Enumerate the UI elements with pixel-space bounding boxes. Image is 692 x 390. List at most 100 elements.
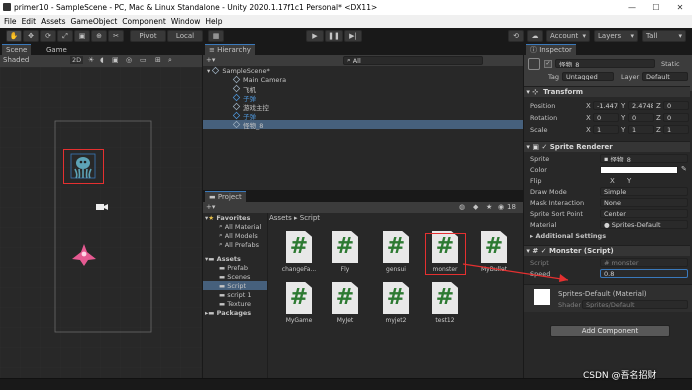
asset-script[interactable]: # changeFa...	[277, 231, 321, 279]
color-swatch[interactable]	[600, 166, 678, 174]
menu-component[interactable]: Component	[122, 17, 166, 26]
rect-tool-icon[interactable]: ▣	[74, 30, 90, 42]
mode-2d-button[interactable]: 2D	[70, 56, 84, 64]
mask-dropdown[interactable]: None	[600, 198, 688, 207]
shading-dropdown[interactable]: Shaded	[3, 56, 29, 64]
folder-item[interactable]: ▬ Scenes	[219, 272, 250, 281]
camera-gizmo-icon[interactable]	[95, 201, 109, 213]
draw-mode-dropdown[interactable]: Simple	[600, 187, 688, 196]
folder-item-selected[interactable]: ▬ Script	[203, 281, 267, 290]
light-icon[interactable]: ☀	[88, 56, 94, 64]
sprite-renderer-header[interactable]: ▾ ▣ ✓ Sprite Renderer	[524, 141, 690, 152]
camera-icon[interactable]: ▭	[140, 56, 147, 64]
sort-dropdown[interactable]: Center	[600, 209, 688, 218]
scale-tool-icon[interactable]: ⤢	[57, 30, 73, 42]
local-toggle[interactable]: Local	[167, 30, 203, 42]
eye-icon[interactable]: ◉	[498, 203, 504, 211]
speed-field[interactable]: 0.8	[600, 269, 688, 278]
tab-inspector[interactable]: ⓘ Inspector	[526, 44, 576, 55]
favorite-item[interactable]: ⌕ All Prefabs	[219, 240, 259, 249]
hierarchy-item-main-camera[interactable]: Main Camera	[232, 75, 286, 84]
layout-dropdown[interactable]: Tall ▾	[642, 30, 686, 42]
collab-icon[interactable]: ⟲	[508, 30, 524, 42]
transform-tool-icon[interactable]: ⊕	[91, 30, 107, 42]
pause-button[interactable]: ❚❚	[325, 30, 343, 42]
account-dropdown[interactable]: Account ▾	[546, 30, 590, 42]
flip-y-toggle[interactable]: Y	[627, 177, 631, 185]
active-checkbox[interactable]: ✓	[544, 60, 552, 68]
static-toggle[interactable]: Static	[661, 60, 680, 68]
asset-script[interactable]: # MyGame	[277, 282, 321, 330]
favorite-star-icon[interactable]: ★	[486, 203, 492, 211]
monster-sprite[interactable]	[68, 152, 98, 180]
rotation-y-field[interactable]: 0	[628, 113, 654, 122]
monster-script-header[interactable]: ▾ # ✓ Monster (Script)	[524, 245, 690, 256]
asset-script[interactable]: # MyJet	[323, 282, 367, 330]
custom-tool-icon[interactable]: ✂	[108, 30, 124, 42]
menu-gameobject[interactable]: GameObject	[71, 17, 118, 26]
asset-script[interactable]: # myjet2	[374, 282, 418, 330]
tab-project[interactable]: ▬ Project	[205, 191, 246, 202]
folder-item[interactable]: ▬ Prefab	[219, 263, 248, 272]
hierarchy-add-button[interactable]: +▾	[206, 56, 215, 64]
favorite-item[interactable]: ⌕ All Material	[219, 222, 261, 231]
scale-z-field[interactable]: 1	[663, 125, 689, 134]
menu-edit[interactable]: Edit	[22, 17, 37, 26]
material-field[interactable]: ● Sprites-Default	[600, 220, 688, 229]
hand-tool-icon[interactable]: ✋	[6, 30, 22, 42]
close-button[interactable]: ✕	[668, 0, 692, 15]
menu-file[interactable]: File	[4, 17, 17, 26]
breadcrumb-leaf[interactable]: Script	[300, 214, 320, 222]
transform-header[interactable]: ▾ ⊹ Transform	[524, 86, 690, 97]
project-add-button[interactable]: +▾	[206, 203, 215, 211]
breadcrumb-root[interactable]: Assets	[269, 214, 292, 222]
hierarchy-search-input[interactable]: ⌕ All	[343, 56, 483, 65]
tab-scene[interactable]: Scene	[2, 44, 32, 55]
favorite-item[interactable]: ⌕ All Models	[219, 231, 258, 240]
hierarchy-item-monster[interactable]: 怪物_8	[203, 120, 523, 130]
object-name-field[interactable]: 怪物_8	[555, 59, 655, 68]
project-favorites[interactable]: ▾ ★ Favorites	[205, 213, 250, 222]
component-enabled-checkbox[interactable]: ✓	[541, 247, 549, 255]
step-button[interactable]: ▶|	[344, 30, 362, 42]
grid-snap-icon[interactable]: ▦	[208, 30, 224, 42]
move-tool-icon[interactable]: ✥	[23, 30, 39, 42]
position-x-field[interactable]: -1.4476	[593, 101, 619, 110]
hidden-icon[interactable]: ◎	[126, 56, 132, 64]
sprite-field[interactable]: ▪ 怪物_8	[600, 154, 688, 163]
flip-x-toggle[interactable]: X	[610, 177, 615, 185]
scale-y-field[interactable]: 1	[628, 125, 654, 134]
project-packages[interactable]: ▸ ▬ Packages	[205, 308, 251, 317]
project-assets[interactable]: ▾ ▬ Assets	[205, 254, 241, 263]
rotation-z-field[interactable]: 0	[663, 113, 689, 122]
scale-x-field[interactable]: 1	[593, 125, 619, 134]
tag-dropdown[interactable]: Untagged	[562, 72, 614, 81]
gizmos-icon[interactable]: ⊞	[155, 56, 161, 64]
asset-script[interactable]: # test12	[423, 282, 467, 330]
asset-script[interactable]: # gensui	[374, 231, 418, 279]
search-icon[interactable]: ⌕	[168, 56, 172, 65]
menu-window[interactable]: Window	[171, 17, 201, 26]
play-button[interactable]: ▶	[306, 30, 324, 42]
layer-dropdown[interactable]: Default	[642, 72, 688, 81]
menu-assets[interactable]: Assets	[41, 17, 65, 26]
cloud-icon[interactable]: ☁	[527, 30, 543, 42]
maximize-button[interactable]: ☐	[644, 0, 668, 15]
rotate-tool-icon[interactable]: ⟳	[40, 30, 56, 42]
jet-sprite[interactable]	[71, 243, 97, 267]
tab-hierarchy[interactable]: ≡ Hierarchy	[205, 44, 255, 55]
folder-item[interactable]: ▬ Texture	[219, 299, 251, 308]
folder-item[interactable]: ▬ script 1	[219, 290, 252, 299]
effects-icon[interactable]: ▣	[112, 56, 119, 64]
position-y-field[interactable]: 2.4748	[628, 101, 654, 110]
tab-game[interactable]: Game	[42, 44, 71, 55]
audio-icon[interactable]: ◖	[100, 56, 104, 64]
menu-help[interactable]: Help	[205, 17, 222, 26]
asset-script[interactable]: # Fly	[323, 231, 367, 279]
pivot-toggle[interactable]: Pivot	[130, 30, 166, 42]
layers-dropdown[interactable]: Layers ▾	[594, 30, 638, 42]
search-by-type-icon[interactable]: ◍	[459, 203, 465, 211]
additional-settings[interactable]: ▸ Additional Settings	[530, 231, 606, 241]
hierarchy-scene-row[interactable]: ▾ SampleScene*	[207, 66, 270, 75]
search-by-label-icon[interactable]: ◆	[473, 203, 478, 211]
